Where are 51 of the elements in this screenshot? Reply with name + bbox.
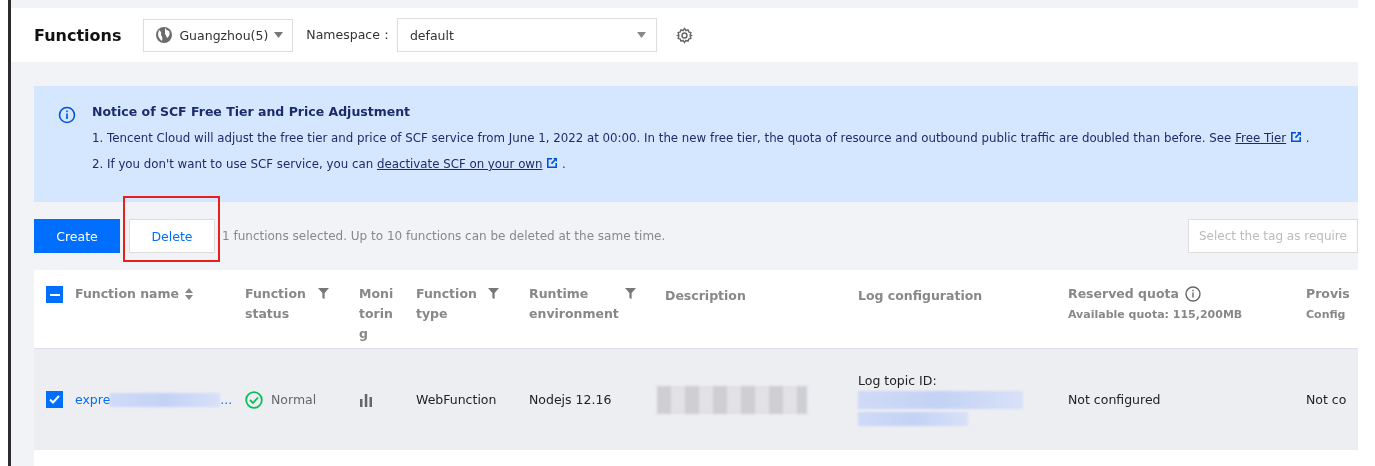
caret-icon	[636, 32, 646, 38]
column-subheader: Config	[1306, 308, 1347, 321]
external-link-icon[interactable]	[546, 157, 559, 169]
filter-icon[interactable]	[488, 288, 499, 299]
column-header: Function status	[245, 285, 307, 323]
region-dropdown[interactable]: Guangzhou(5)	[143, 18, 294, 52]
table-cell: WebFunction	[416, 392, 497, 407]
column-header: Monitoring	[359, 285, 395, 343]
filter-icon[interactable]	[624, 288, 636, 299]
column-header: Function name	[75, 286, 180, 302]
selection-hint: 1 functions selected. Up to 10 functions can be deleted at the same time.	[222, 229, 666, 243]
function-name-link[interactable]: expre	[75, 392, 111, 407]
table-cell: Not configured	[1068, 392, 1161, 407]
notice-title: Notice of SCF Free Tier and Price Adjustment	[92, 104, 412, 119]
page-title: Functions	[34, 25, 122, 45]
status-text: Normal	[271, 392, 317, 407]
column-header: Provis	[1306, 285, 1350, 303]
notice-line: 2. If you don't want to use SCF service, you can deactivate SCF on your own .	[92, 157, 567, 171]
column-subheader: Available quota: 115,200MB	[1068, 308, 1244, 321]
namespace-label: Namespace：	[306, 26, 393, 44]
info-icon[interactable]	[1184, 286, 1201, 302]
column-header: Runtime environment	[529, 285, 619, 323]
column-header: Function type	[416, 285, 478, 323]
check-icon	[49, 395, 60, 404]
info-icon	[58, 106, 76, 124]
tag-search-field[interactable]: Select the tag as require	[1188, 219, 1358, 253]
minus-icon	[49, 293, 60, 296]
table-cell: Log topic ID:	[858, 373, 937, 388]
external-link-icon[interactable]	[1289, 131, 1302, 143]
caret-icon	[274, 32, 284, 38]
column-header: Log configuration	[858, 287, 983, 305]
check-circle-icon	[245, 390, 263, 409]
globe-icon	[155, 26, 174, 44]
table-cell: Nodejs 12.16	[529, 392, 612, 407]
row-checkbox[interactable]	[46, 391, 63, 408]
notice-link[interactable]: deactivate SCF on your own	[376, 157, 543, 171]
create-button[interactable]: Create	[34, 219, 120, 253]
table-row[interactable]: expre ... Normal WebFunction Nodejs 12.16 Log topic ID: Not configured Not co	[34, 349, 1358, 450]
column-header: Reserved quota	[1068, 285, 1179, 303]
notice-link[interactable]: Free Tier	[1235, 131, 1287, 145]
settings-icon[interactable]	[675, 26, 693, 44]
delete-button[interactable]: Delete	[129, 219, 215, 253]
filter-icon[interactable]	[318, 288, 329, 299]
notice-line: 1. Tencent Cloud will adjust the free tier and price of SCF service from June 1, 2022 at 00:00. In the new free tier, the quota of resource and outbound public traffic are doubled than before. See Free Tier .	[92, 131, 1310, 145]
bar-chart-icon[interactable]	[359, 392, 373, 407]
table-cell: Not co	[1306, 392, 1347, 407]
sort-icon[interactable]	[185, 288, 194, 300]
namespace-dropdown[interactable]: default	[396, 18, 657, 52]
select-all-checkbox[interactable]	[46, 286, 63, 303]
ellipsis-text: ...	[220, 392, 233, 407]
column-header: Description	[665, 287, 746, 305]
